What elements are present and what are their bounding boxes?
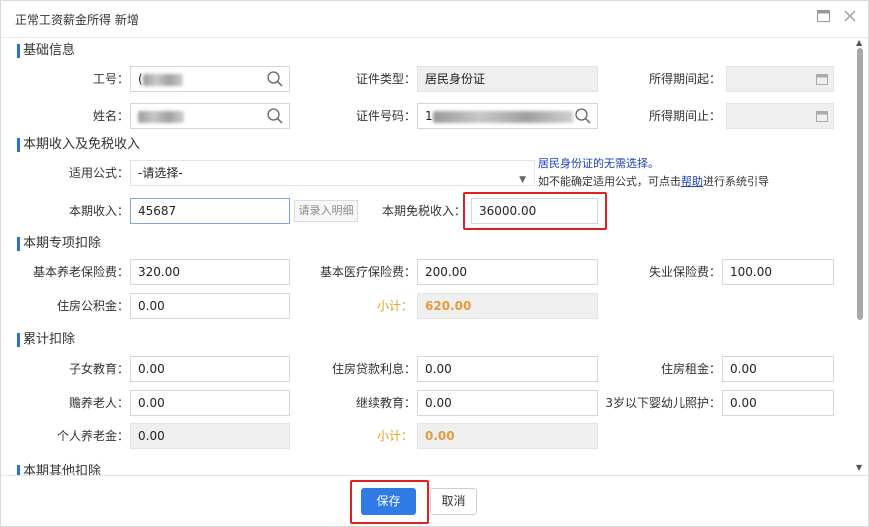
emp-no-label: 工号： [92, 72, 129, 86]
search-icon[interactable] [266, 70, 284, 88]
continuing-edu-input[interactable]: 0.00 [417, 390, 598, 416]
section-basic-info: 基础信息 [16, 41, 75, 61]
medical-label: 基本医疗保险费： [319, 265, 416, 279]
id-no-input[interactable]: 1 [417, 103, 598, 129]
infant-care-input[interactable]: 0.00 [722, 390, 834, 416]
formula-hint-line1: 居民身份证的无需选择。 [538, 157, 659, 170]
hint-text-prefix: 如不能确定适用公式，可点击 [538, 175, 681, 188]
window-maximize-icon[interactable] [816, 10, 830, 24]
dialog-footer: 保存 取消 [1, 475, 868, 527]
emp-no-prefix: ( [138, 72, 143, 86]
section-special-deduction: 本期专项扣除 [16, 234, 101, 254]
highlight-box [350, 480, 429, 524]
dialog-titlebar: 正常工资薪金所得 新增 [1, 1, 868, 38]
cumulative-subtotal-value: 0.00 [425, 429, 455, 443]
enter-detail-button[interactable]: 请录入明细 [294, 200, 358, 222]
id-type-field: 居民身份证 [417, 66, 598, 92]
redacted-value [142, 73, 183, 86]
chevron-down-icon: ▼ [519, 175, 526, 185]
calendar-icon[interactable] [816, 73, 828, 85]
formula-label: 适用公式： [68, 166, 129, 180]
personal-pension-label: 个人养老金： [56, 429, 129, 443]
special-subtotal-label: 小计： [377, 299, 414, 313]
section-cumulative-deduction: 累计扣除 [16, 330, 75, 350]
period-end-input[interactable] [726, 103, 834, 129]
period-end-label: 所得期间止： [648, 109, 721, 123]
current-income-label: 本期收入： [68, 204, 129, 218]
cumulative-subtotal-field: 0.00 [417, 423, 598, 449]
id-no-prefix: 1 [425, 109, 433, 123]
special-subtotal-field: 620.00 [417, 293, 598, 319]
scrollbar-thumb[interactable] [857, 48, 863, 320]
pension-label: 基本养老保险费： [32, 265, 129, 279]
name-input[interactable] [130, 103, 290, 129]
scroll-up-icon[interactable]: ▲ [856, 38, 862, 47]
dialog-title: 正常工资薪金所得 新增 [15, 13, 139, 27]
id-no-label: 证件号码： [355, 109, 416, 123]
children-edu-input[interactable]: 0.00 [130, 356, 290, 382]
name-label: 姓名： [92, 109, 129, 123]
special-subtotal-value: 620.00 [425, 299, 472, 313]
elderly-support-label: 赡养老人： [68, 396, 129, 410]
pension-input[interactable]: 320.00 [130, 259, 290, 285]
form-content: 基础信息 工号： ( 姓名： 证件类型： 居民身份证 证件号码： 1 所得期间起… [1, 38, 852, 475]
section-other-deduction: 本期其他扣除 [16, 462, 101, 475]
housing-fund-label: 住房公积金： [56, 299, 129, 313]
hint-text-suffix: 进行系统引导 [703, 175, 769, 188]
tax-free-income-label: 本期免税收入： [381, 204, 466, 218]
redacted-value [138, 110, 184, 123]
current-income-input[interactable]: 45687 [130, 198, 290, 224]
formula-select-value: -请选择- [138, 166, 183, 180]
highlight-box [463, 192, 607, 230]
unemployment-label: 失业保险费： [648, 265, 721, 279]
housing-loan-input[interactable]: 0.00 [417, 356, 598, 382]
period-start-label: 所得期间起： [648, 72, 721, 86]
emp-no-input[interactable]: ( [130, 66, 290, 92]
housing-fund-input[interactable]: 0.00 [130, 293, 290, 319]
children-edu-label: 子女教育： [68, 362, 129, 376]
infant-care-label: 3岁以下婴幼儿照护： [605, 396, 721, 410]
continuing-edu-label: 继续教育： [355, 396, 416, 410]
elderly-support-input[interactable]: 0.00 [130, 390, 290, 416]
scroll-down-icon[interactable]: ▼ [856, 463, 862, 472]
search-icon[interactable] [266, 107, 284, 125]
unemployment-input[interactable]: 100.00 [722, 259, 834, 285]
formula-select[interactable]: -请选择- ▼ [130, 160, 535, 186]
cancel-button[interactable]: 取消 [430, 488, 477, 515]
personal-pension-field: 0.00 [130, 423, 290, 449]
formula-hint-line2: 如不能确定适用公式，可点击帮助进行系统引导 [538, 173, 769, 189]
housing-rent-input[interactable]: 0.00 [722, 356, 834, 382]
calendar-icon[interactable] [816, 110, 828, 122]
medical-input[interactable]: 200.00 [417, 259, 598, 285]
redacted-value [432, 110, 573, 123]
search-icon[interactable] [574, 107, 592, 125]
id-type-label: 证件类型： [355, 72, 416, 86]
period-start-input[interactable] [726, 66, 834, 92]
help-link[interactable]: 帮助 [681, 175, 703, 188]
close-icon[interactable] [843, 10, 857, 24]
vertical-scrollbar[interactable]: ▲ ▼ [853, 38, 867, 475]
section-income: 本期收入及免税收入 [16, 135, 140, 155]
housing-loan-label: 住房贷款利息： [331, 362, 416, 376]
housing-rent-label: 住房租金： [660, 362, 721, 376]
dialog: 正常工资薪金所得 新增 基础信息 工号： ( 姓名： 证件类型： 居民身份证 证… [0, 0, 869, 527]
cumulative-subtotal-label: 小计： [377, 429, 414, 443]
